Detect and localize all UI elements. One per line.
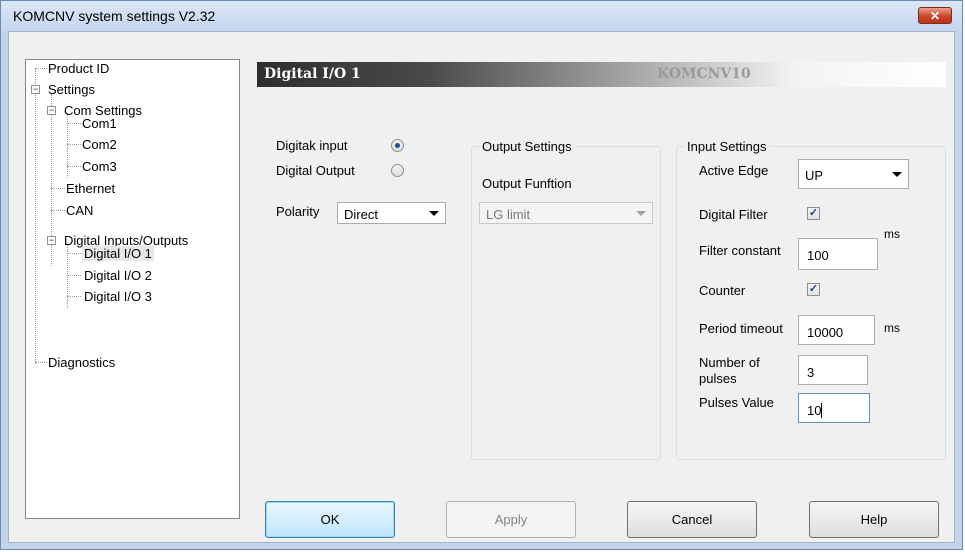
chevron-down-icon <box>429 211 439 216</box>
radio-selected-dot <box>395 143 400 148</box>
digital-input-radio[interactable] <box>391 139 404 152</box>
tree-item-product-id[interactable]: Product ID <box>48 60 109 77</box>
filter-constant-label: Filter constant <box>699 243 781 258</box>
tree-connector <box>35 68 47 69</box>
active-edge-select[interactable]: UP <box>798 159 909 189</box>
tree-connector <box>35 68 36 364</box>
settings-tree[interactable]: − − − Product ID Settings Com Settings C… <box>25 59 240 519</box>
period-timeout-value: 10000 <box>807 325 844 340</box>
tree-item-com2[interactable]: Com2 <box>82 136 117 153</box>
output-function-label: Output Funftion <box>482 176 572 191</box>
tree-connector <box>67 296 81 297</box>
digital-filter-label: Digital Filter <box>699 207 768 222</box>
period-timeout-label: Period timeout <box>699 321 783 336</box>
counter-checkbox[interactable]: ✓ <box>807 283 820 296</box>
tree-item-com3[interactable]: Com3 <box>82 158 117 175</box>
tree-connector <box>67 144 81 145</box>
polarity-select[interactable]: Direct <box>337 202 446 224</box>
period-timeout-input[interactable]: 10000 <box>798 315 875 345</box>
tree-connector <box>51 188 65 189</box>
filter-constant-unit: ms <box>884 227 900 241</box>
collapse-icon[interactable]: − <box>47 106 56 115</box>
panel-header: Digital I/O 1 KOMCNV10 <box>257 62 946 87</box>
number-of-pulses-value: 3 <box>807 365 815 380</box>
tree-connector <box>67 253 81 254</box>
tree-item-ethernet[interactable]: Ethernet <box>66 180 115 197</box>
active-edge-label: Active Edge <box>699 163 769 178</box>
pulses-value-label: Pulses Value <box>699 395 774 410</box>
tree-item-can[interactable]: CAN <box>66 202 93 219</box>
collapse-icon[interactable]: − <box>47 236 56 245</box>
collapse-icon[interactable]: − <box>31 85 40 94</box>
ok-button[interactable]: OK <box>265 501 395 538</box>
tree-item-digital-io-1[interactable]: Digital I/O 1 <box>82 245 154 262</box>
input-settings-group: Input Settings Active Edge UP Digital Fi… <box>676 139 946 460</box>
pulses-value-value: 10 <box>807 403 822 418</box>
tree-connector <box>51 210 65 211</box>
digital-output-radio[interactable] <box>391 164 404 177</box>
tree-connector <box>35 362 47 363</box>
checkmark-icon: ✓ <box>808 207 819 219</box>
tree-item-label: Digital I/O 1 <box>82 246 154 261</box>
polarity-value: Direct <box>344 207 378 222</box>
panel-title: Digital I/O 1 <box>264 66 361 82</box>
tree-connector <box>67 166 81 167</box>
tree-item-settings[interactable]: Settings <box>48 81 95 98</box>
chevron-down-icon <box>892 172 902 177</box>
chevron-down-icon <box>636 211 646 216</box>
pulses-value-text: 10 <box>807 403 823 418</box>
tree-item-digital-io-2[interactable]: Digital I/O 2 <box>84 267 152 284</box>
filter-constant-input[interactable]: 100 <box>798 238 878 270</box>
output-settings-group: Output Settings Output Funftion LG limit <box>471 139 661 460</box>
help-button[interactable]: Help <box>809 501 939 538</box>
close-button[interactable]: ✕ <box>918 7 952 24</box>
period-timeout-unit: ms <box>884 321 900 335</box>
output-function-value: LG limit <box>486 207 531 222</box>
cancel-button[interactable]: Cancel <box>627 501 757 538</box>
tree-item-com1[interactable]: Com1 <box>82 115 117 132</box>
tree-connector <box>67 123 81 124</box>
filter-constant-value: 100 <box>807 248 829 263</box>
apply-button[interactable]: Apply <box>446 501 576 538</box>
digital-input-label: Digitak input <box>276 138 348 153</box>
checkmark-icon: ✓ <box>808 283 819 295</box>
polarity-label: Polarity <box>276 204 320 219</box>
window-title: KOMCNV system settings V2.32 <box>13 8 216 24</box>
pulses-value-input[interactable]: 10 <box>798 393 870 423</box>
output-function-select[interactable]: LG limit <box>479 202 653 224</box>
number-of-pulses-label-line1: Number of <box>699 355 760 370</box>
text-caret <box>821 403 823 418</box>
title-bar[interactable]: KOMCNV system settings V2.32 ✕ <box>1 1 962 31</box>
input-settings-legend: Input Settings <box>684 139 770 154</box>
number-of-pulses-input[interactable]: 3 <box>798 355 868 385</box>
tree-item-digital-io-3[interactable]: Digital I/O 3 <box>84 288 152 305</box>
close-icon: ✕ <box>929 9 941 23</box>
dialog-client-area: − − − Product ID Settings Com Settings C… <box>8 31 955 543</box>
tree-connector <box>67 275 81 276</box>
counter-label: Counter <box>699 283 746 298</box>
output-settings-legend: Output Settings <box>479 139 575 154</box>
digital-filter-checkbox[interactable]: ✓ <box>807 207 820 220</box>
active-edge-value: UP <box>805 168 824 183</box>
digital-output-label: Digital Output <box>276 163 355 178</box>
settings-window: KOMCNV system settings V2.32 ✕ − − − Pro… <box>0 0 963 550</box>
tree-item-diagnostics[interactable]: Diagnostics <box>48 354 115 371</box>
device-model: KOMCNV10 <box>657 66 751 82</box>
number-of-pulses-label-line2: pulses <box>699 371 737 386</box>
